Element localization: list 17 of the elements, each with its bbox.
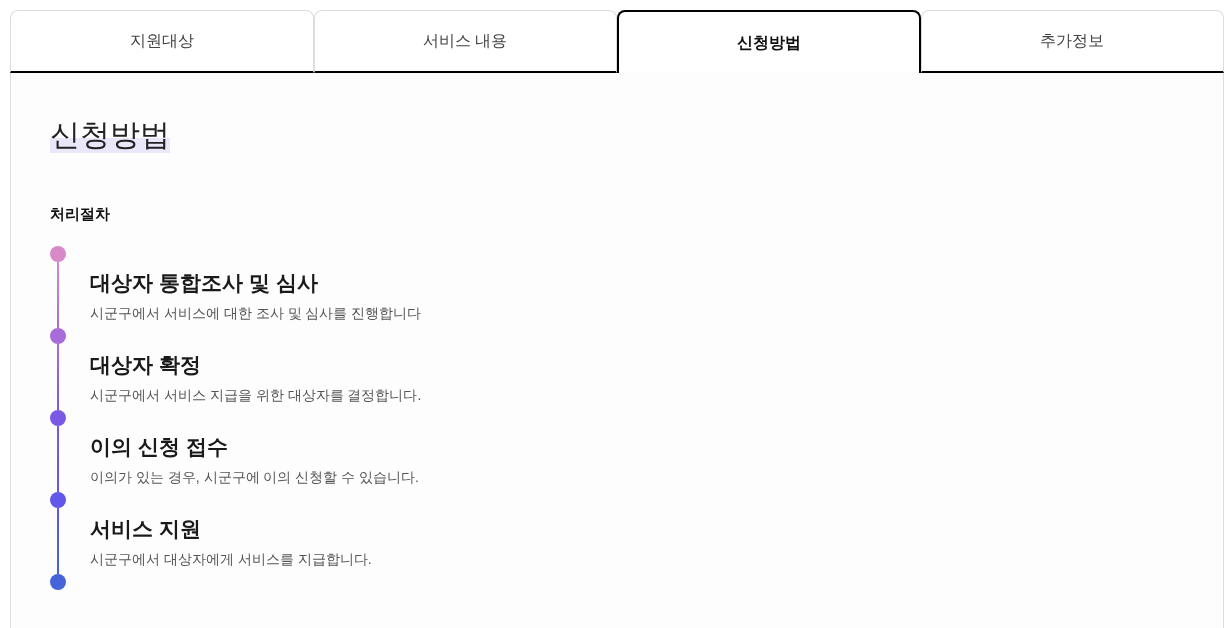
step-description: 시군구에서 서비스 지급을 위한 대상자를 결정합니다. [90, 386, 422, 405]
subsection-heading: 처리절차 [50, 204, 110, 224]
step-title: 이의 신청 접수 [90, 434, 228, 460]
step-title: 대상자 통합조사 및 심사 [90, 270, 318, 296]
step-description: 이의가 있는 경우, 시군구에 이의 신청할 수 있습니다. [90, 468, 419, 487]
timeline-connector [57, 344, 59, 410]
step-description: 시군구에서 서비스에 대한 조사 및 심사를 진행합니다 [90, 304, 422, 323]
tab[interactable]: 서비스 내용 [313, 10, 617, 73]
timeline-connector [57, 508, 59, 574]
tab[interactable]: 지원대상 [10, 10, 314, 73]
step-title: 대상자 확정 [90, 352, 201, 378]
tab[interactable]: 신청방법 [617, 10, 921, 73]
timeline-connector [57, 426, 59, 492]
tab[interactable]: 추가정보 [920, 10, 1224, 73]
step-description: 시군구에서 대상자에게 서비스를 지급합니다. [90, 550, 372, 569]
timeline-connector [57, 262, 59, 328]
step-title: 서비스 지원 [90, 516, 201, 542]
